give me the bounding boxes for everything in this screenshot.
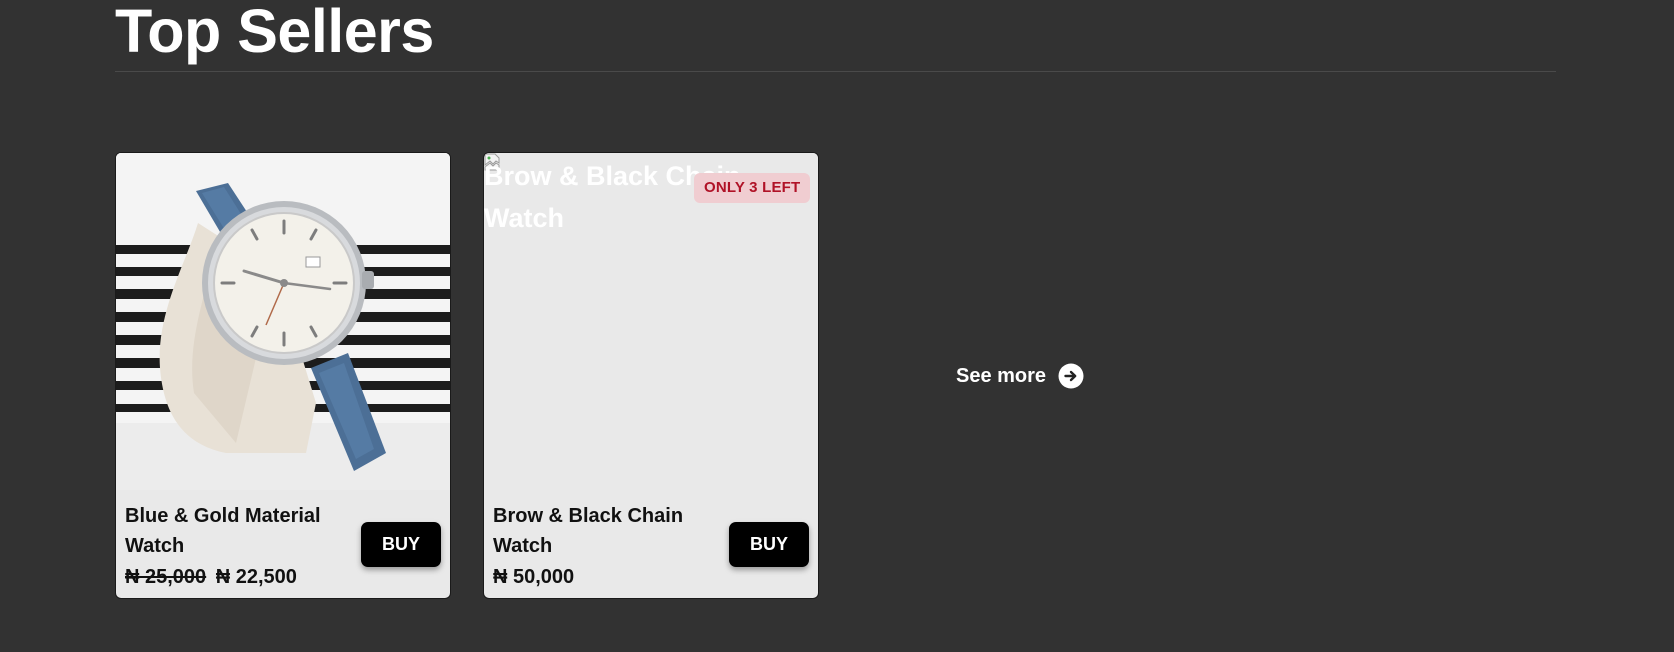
top-sellers-section: Top Sellers Blue & Gold Material Watch ₦…	[0, 0, 1674, 652]
product-info: Blue & Gold Material Watch ₦ 25,000 ₦ 22…	[125, 501, 345, 592]
product-info: Brow & Black Chain Watch ₦ 50,000	[493, 501, 713, 592]
buy-button[interactable]: BUY	[361, 522, 441, 567]
product-name[interactable]: Brow & Black Chain Watch	[493, 501, 713, 561]
watch-photo	[116, 153, 450, 490]
price: ₦ 50,000	[493, 566, 575, 588]
product-image[interactable]	[116, 153, 450, 490]
title-divider	[115, 71, 1556, 72]
section-title: Top Sellers	[115, 0, 434, 65]
product-card[interactable]: Blue & Gold Material Watch ₦ 25,000 ₦ 22…	[115, 152, 451, 599]
price: ₦ 22,500	[215, 566, 297, 588]
price-row: ₦ 50,000	[493, 562, 713, 592]
buy-button[interactable]: BUY	[729, 522, 809, 567]
old-price: ₦ 25,000	[125, 566, 207, 588]
product-name[interactable]: Blue & Gold Material Watch	[125, 501, 345, 561]
see-more-label: See more	[956, 365, 1047, 387]
price-row: ₦ 25,000 ₦ 22,500	[125, 562, 345, 592]
product-image[interactable]: Brow & Black Chain Watch ONLY 3 LEFT	[484, 153, 818, 490]
arrow-right-circle-icon	[1058, 363, 1084, 389]
product-card[interactable]: Brow & Black Chain Watch ONLY 3 LEFT Bro…	[483, 152, 819, 599]
see-more-link[interactable]: See more	[956, 363, 1084, 389]
stock-badge: ONLY 3 LEFT	[694, 173, 811, 203]
